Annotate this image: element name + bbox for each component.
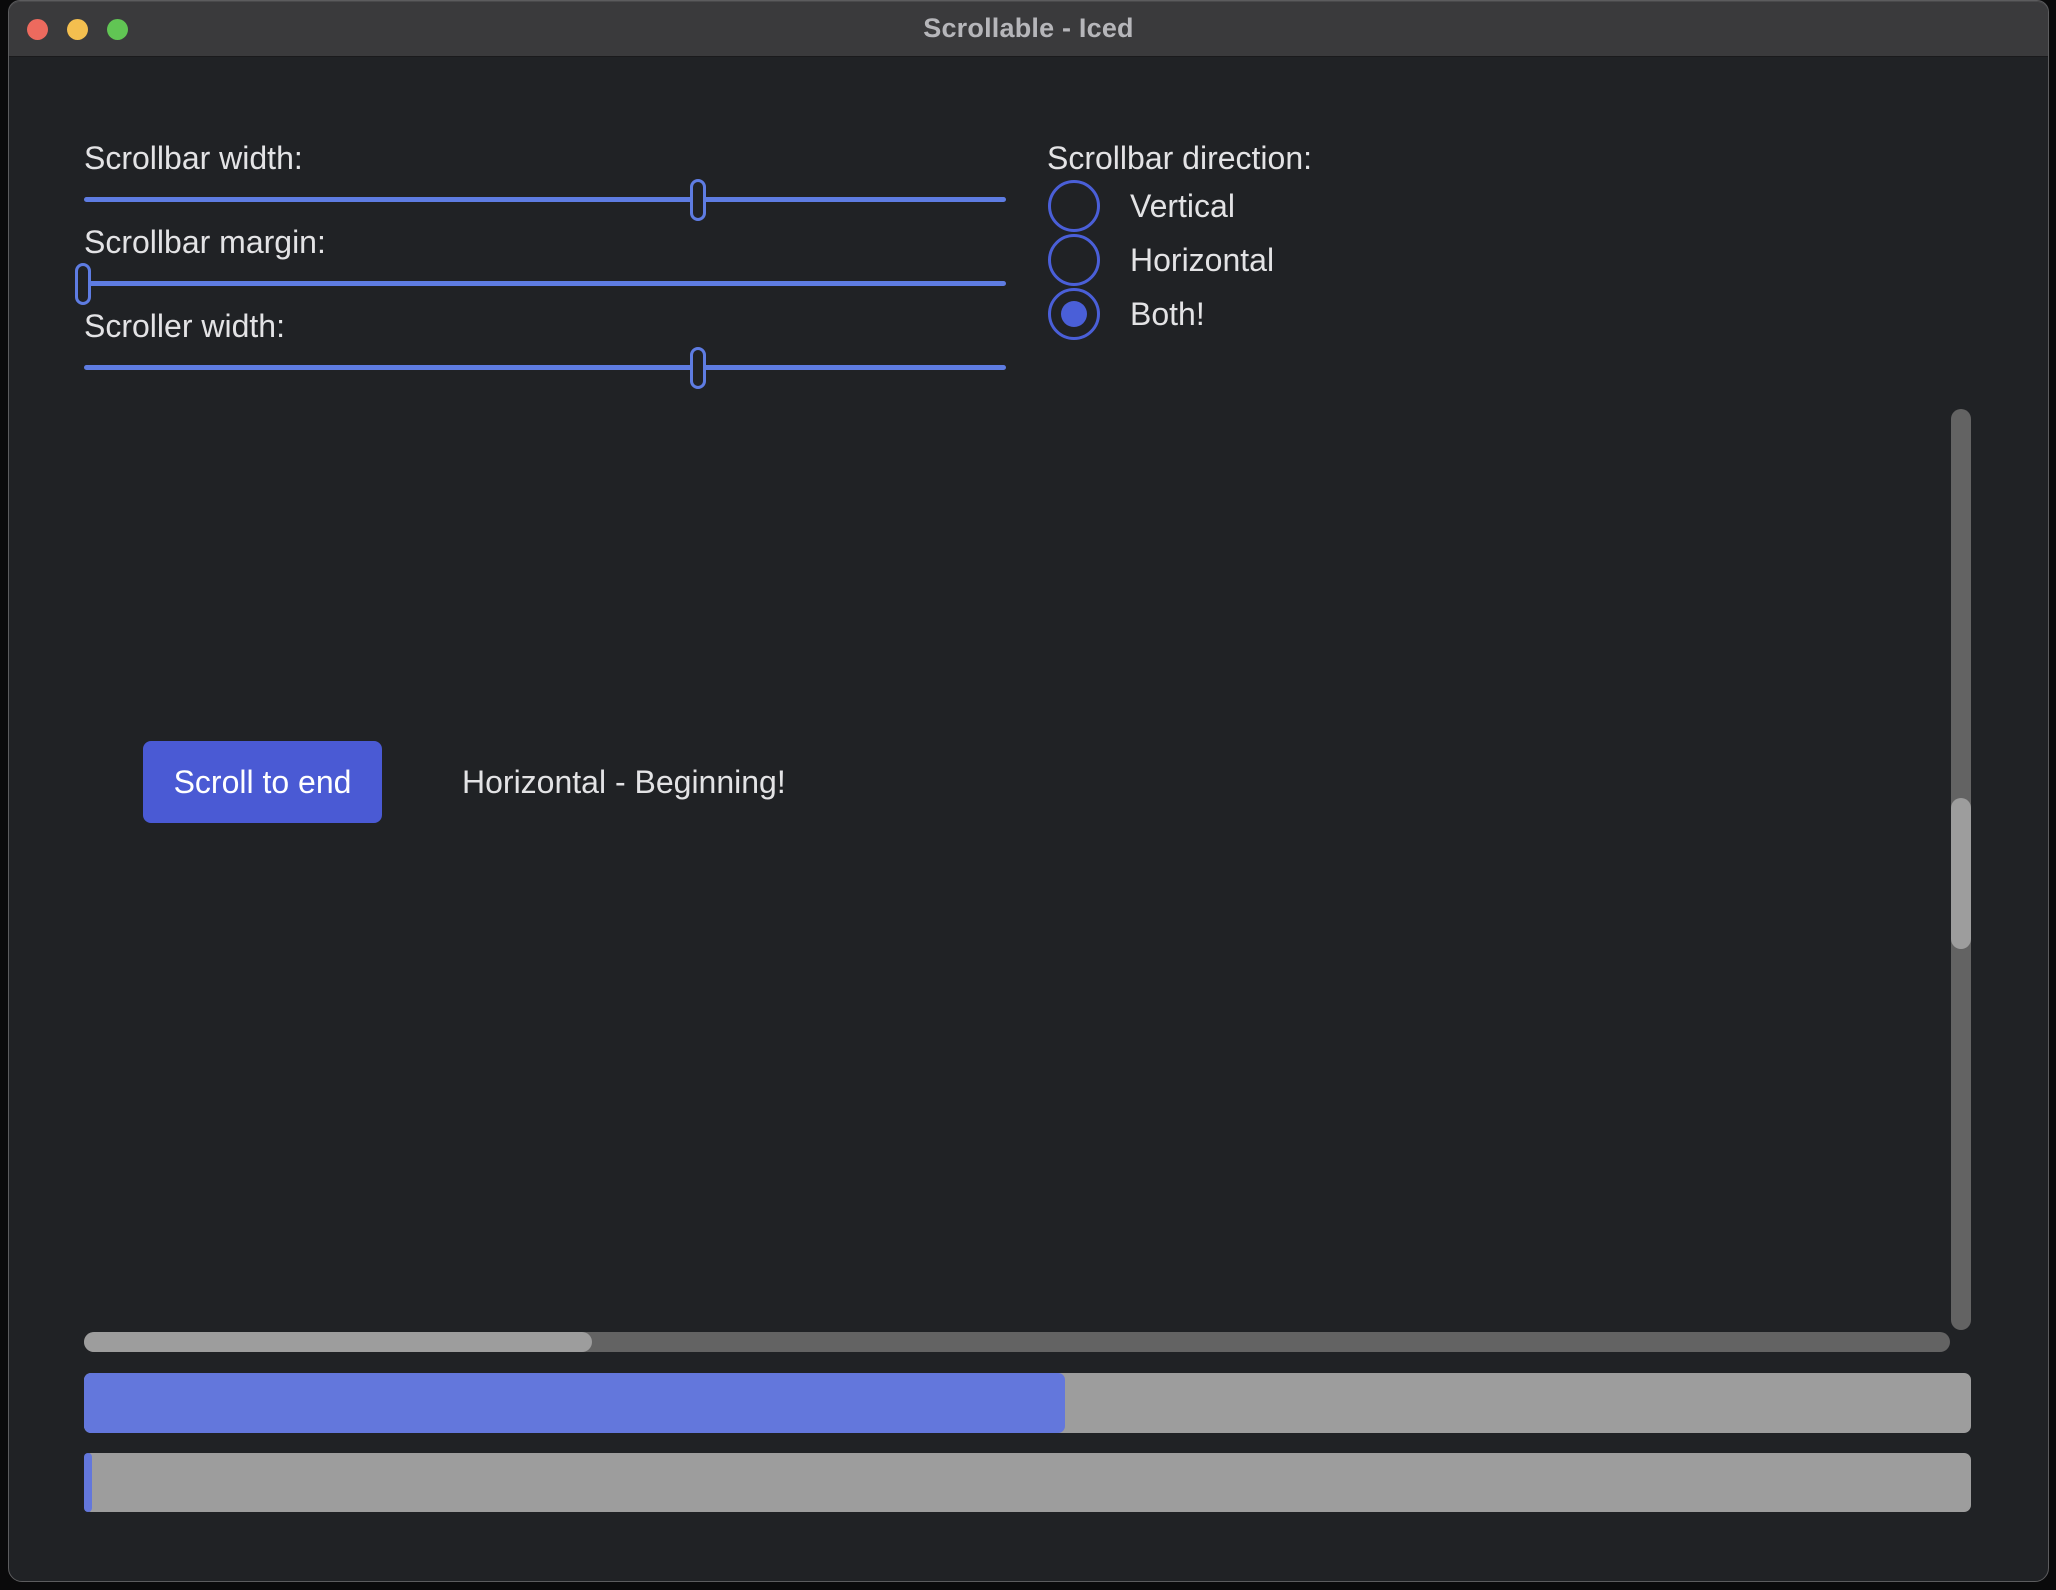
app-window: Scrollable - Iced Scrollbar width: Scrol… bbox=[8, 0, 2049, 1582]
maximize-icon[interactable] bbox=[107, 19, 128, 40]
horizontal-scrollbar-scroller[interactable] bbox=[84, 1332, 592, 1352]
horizontal-progress-fill bbox=[84, 1373, 1065, 1433]
radio-both[interactable] bbox=[1048, 288, 1100, 340]
scroller-width-slider-handle[interactable] bbox=[690, 347, 706, 389]
scrollbar-direction-label: Scrollbar direction: bbox=[1047, 140, 1312, 176]
radio-vertical-label[interactable]: Vertical bbox=[1130, 188, 1235, 224]
vertical-progress-fill bbox=[84, 1453, 92, 1512]
scrollbar-margin-slider[interactable] bbox=[84, 281, 1006, 286]
radio-horizontal-label[interactable]: Horizontal bbox=[1130, 242, 1274, 278]
minimize-icon[interactable] bbox=[67, 19, 88, 40]
scrollbar-width-label: Scrollbar width: bbox=[84, 140, 303, 176]
scroll-status-text: Horizontal - Beginning! bbox=[462, 764, 786, 800]
scroller-width-label: Scroller width: bbox=[84, 308, 285, 344]
radio-horizontal[interactable] bbox=[1048, 234, 1100, 286]
scrollbar-margin-label: Scrollbar margin: bbox=[84, 224, 326, 260]
traffic-lights bbox=[27, 1, 128, 57]
window-title: Scrollable - Iced bbox=[923, 13, 1133, 44]
scrollbar-width-slider[interactable] bbox=[84, 197, 1006, 202]
title-bar[interactable]: Scrollable - Iced bbox=[9, 1, 2048, 57]
radio-vertical[interactable] bbox=[1048, 180, 1100, 232]
close-icon[interactable] bbox=[27, 19, 48, 40]
scrollbar-margin-slider-handle[interactable] bbox=[75, 263, 91, 305]
scroller-width-slider[interactable] bbox=[84, 365, 1006, 370]
radio-both-label[interactable]: Both! bbox=[1130, 296, 1205, 332]
radio-selected-dot bbox=[1061, 301, 1087, 327]
vertical-scrollbar-scroller[interactable] bbox=[1951, 798, 1971, 949]
scrollbar-width-slider-handle[interactable] bbox=[690, 179, 706, 221]
vertical-progress-track bbox=[84, 1453, 1971, 1512]
scroll-to-end-button[interactable]: Scroll to end bbox=[143, 741, 382, 823]
